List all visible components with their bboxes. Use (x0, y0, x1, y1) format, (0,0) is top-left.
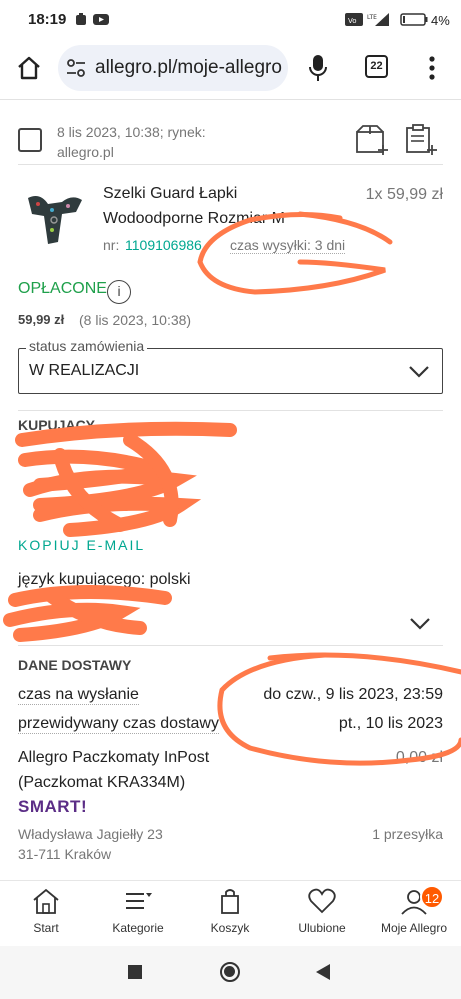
copy-email-link[interactable]: KOPIUJ E-MAIL (18, 537, 145, 553)
system-navigation-bar (0, 946, 461, 999)
bottom-navigation: Start Kategorie Koszyk Ulubione 12 Moje … (0, 880, 461, 946)
nav-cart[interactable]: Koszyk (184, 887, 276, 935)
toolbar-divider (0, 99, 461, 100)
notification-icon (76, 13, 86, 25)
buyer-divider (18, 645, 443, 646)
nav-favourites[interactable]: Ulubione (276, 887, 368, 935)
recents-icon[interactable] (128, 965, 142, 979)
status-bar: 18:19 Vo LTE 4% (0, 0, 461, 40)
svg-text:Vo: Vo (348, 17, 357, 25)
payment-status: OPŁACONE (18, 280, 107, 297)
buyer-heading: KUPUJĄCY (18, 417, 96, 433)
item-quantity-price: 1x 59,99 zł (365, 186, 443, 203)
nav-start[interactable]: Start (0, 887, 92, 935)
address-bar[interactable]: allegro.pl/moje-allegro (58, 45, 288, 91)
delivery-price: 0,00 zł (395, 749, 443, 766)
site-settings-icon[interactable] (66, 59, 86, 77)
product-title-line2[interactable]: Wodoodporne Rozmiar M (103, 210, 285, 228)
youtube-icon (93, 14, 109, 25)
expected-delivery-value: pt., 10 lis 2023 (338, 715, 443, 732)
delivery-method-line1: Allegro Paczkomaty InPost (18, 749, 210, 766)
nav-label: Koszyk (210, 921, 250, 935)
order-status-value: W REALIZACJI (29, 362, 140, 379)
browser-toolbar: allegro.pl/moje-allegro 22 (0, 40, 461, 96)
buyer-language: język kupującego: polski (18, 571, 191, 588)
header-divider (18, 164, 443, 165)
back-icon[interactable] (316, 964, 331, 980)
order-status-label: status zamówienia (26, 338, 148, 354)
paid-date: (8 lis 2023, 10:38) (79, 312, 192, 328)
svg-text:LTE: LTE (367, 14, 377, 21)
paid-amount: 59,99 zł (18, 312, 65, 327)
home-icon (33, 888, 59, 914)
nav-label: Ulubione (298, 921, 346, 935)
menu-icon (126, 893, 152, 909)
nav-categories[interactable]: Kategorie (92, 887, 184, 935)
nav-label: Kategorie (112, 921, 164, 935)
expand-chevron-icon[interactable] (409, 617, 431, 631)
signal-icon: LTE (367, 13, 389, 26)
more-options-icon[interactable] (427, 56, 437, 80)
expected-delivery-label: przewidywany czas dostawy (18, 715, 219, 734)
home-icon[interactable] (16, 55, 42, 81)
tab-switcher-button[interactable]: 22 (365, 55, 388, 78)
battery-level: 4% (431, 13, 450, 28)
item-number-link[interactable]: 1109106986 (125, 237, 202, 253)
product-title-line1[interactable]: Szelki Guard Łapki (103, 185, 237, 203)
package-count: 1 przesyłka (372, 826, 443, 842)
status-divider (18, 410, 443, 411)
status-time: 18:19 (28, 11, 67, 28)
shipping-time: czas wysyłki: 3 dni (230, 237, 346, 254)
dispatch-time-label: czas na wysłanie (18, 686, 139, 705)
battery-icon (400, 13, 428, 26)
delivery-address-line1: Władysława Jagiełły 23 (18, 826, 163, 842)
nav-my-allegro[interactable]: 12 Moje Allegro (368, 885, 460, 935)
smart-badge: SMART! (18, 797, 88, 816)
info-icon[interactable]: i (107, 280, 131, 304)
volte-icon: Vo (345, 13, 363, 26)
item-number-label: nr: (103, 237, 120, 253)
order-status-select[interactable]: W REALIZACJI (18, 348, 443, 394)
order-select-checkbox[interactable] (18, 128, 42, 152)
notification-badge: 12 (420, 885, 444, 909)
add-shipment-icon[interactable] (355, 124, 389, 156)
delivery-address-line2: 31-711 Kraków (18, 846, 112, 862)
order-market: allegro.pl (57, 144, 114, 160)
order-date: 8 lis 2023, 10:38; rynek: (57, 124, 206, 140)
nav-label: Moje Allegro (380, 921, 448, 935)
chevron-down-icon (409, 366, 429, 378)
microphone-icon[interactable] (309, 54, 327, 82)
product-thumbnail[interactable] (18, 190, 90, 250)
add-note-icon[interactable] (404, 123, 438, 156)
dispatch-time-value: do czw., 9 lis 2023, 23:59 (263, 686, 443, 703)
delivery-method-line2: (Paczkomat KRA334M) (18, 774, 186, 791)
heart-icon (308, 888, 336, 914)
home-button-icon[interactable] (220, 962, 240, 982)
url-text: allegro.pl/moje-allegro (95, 57, 282, 78)
cart-icon (221, 889, 239, 914)
nav-label: Start (33, 921, 59, 935)
delivery-heading: DANE DOSTAWY (18, 657, 132, 673)
